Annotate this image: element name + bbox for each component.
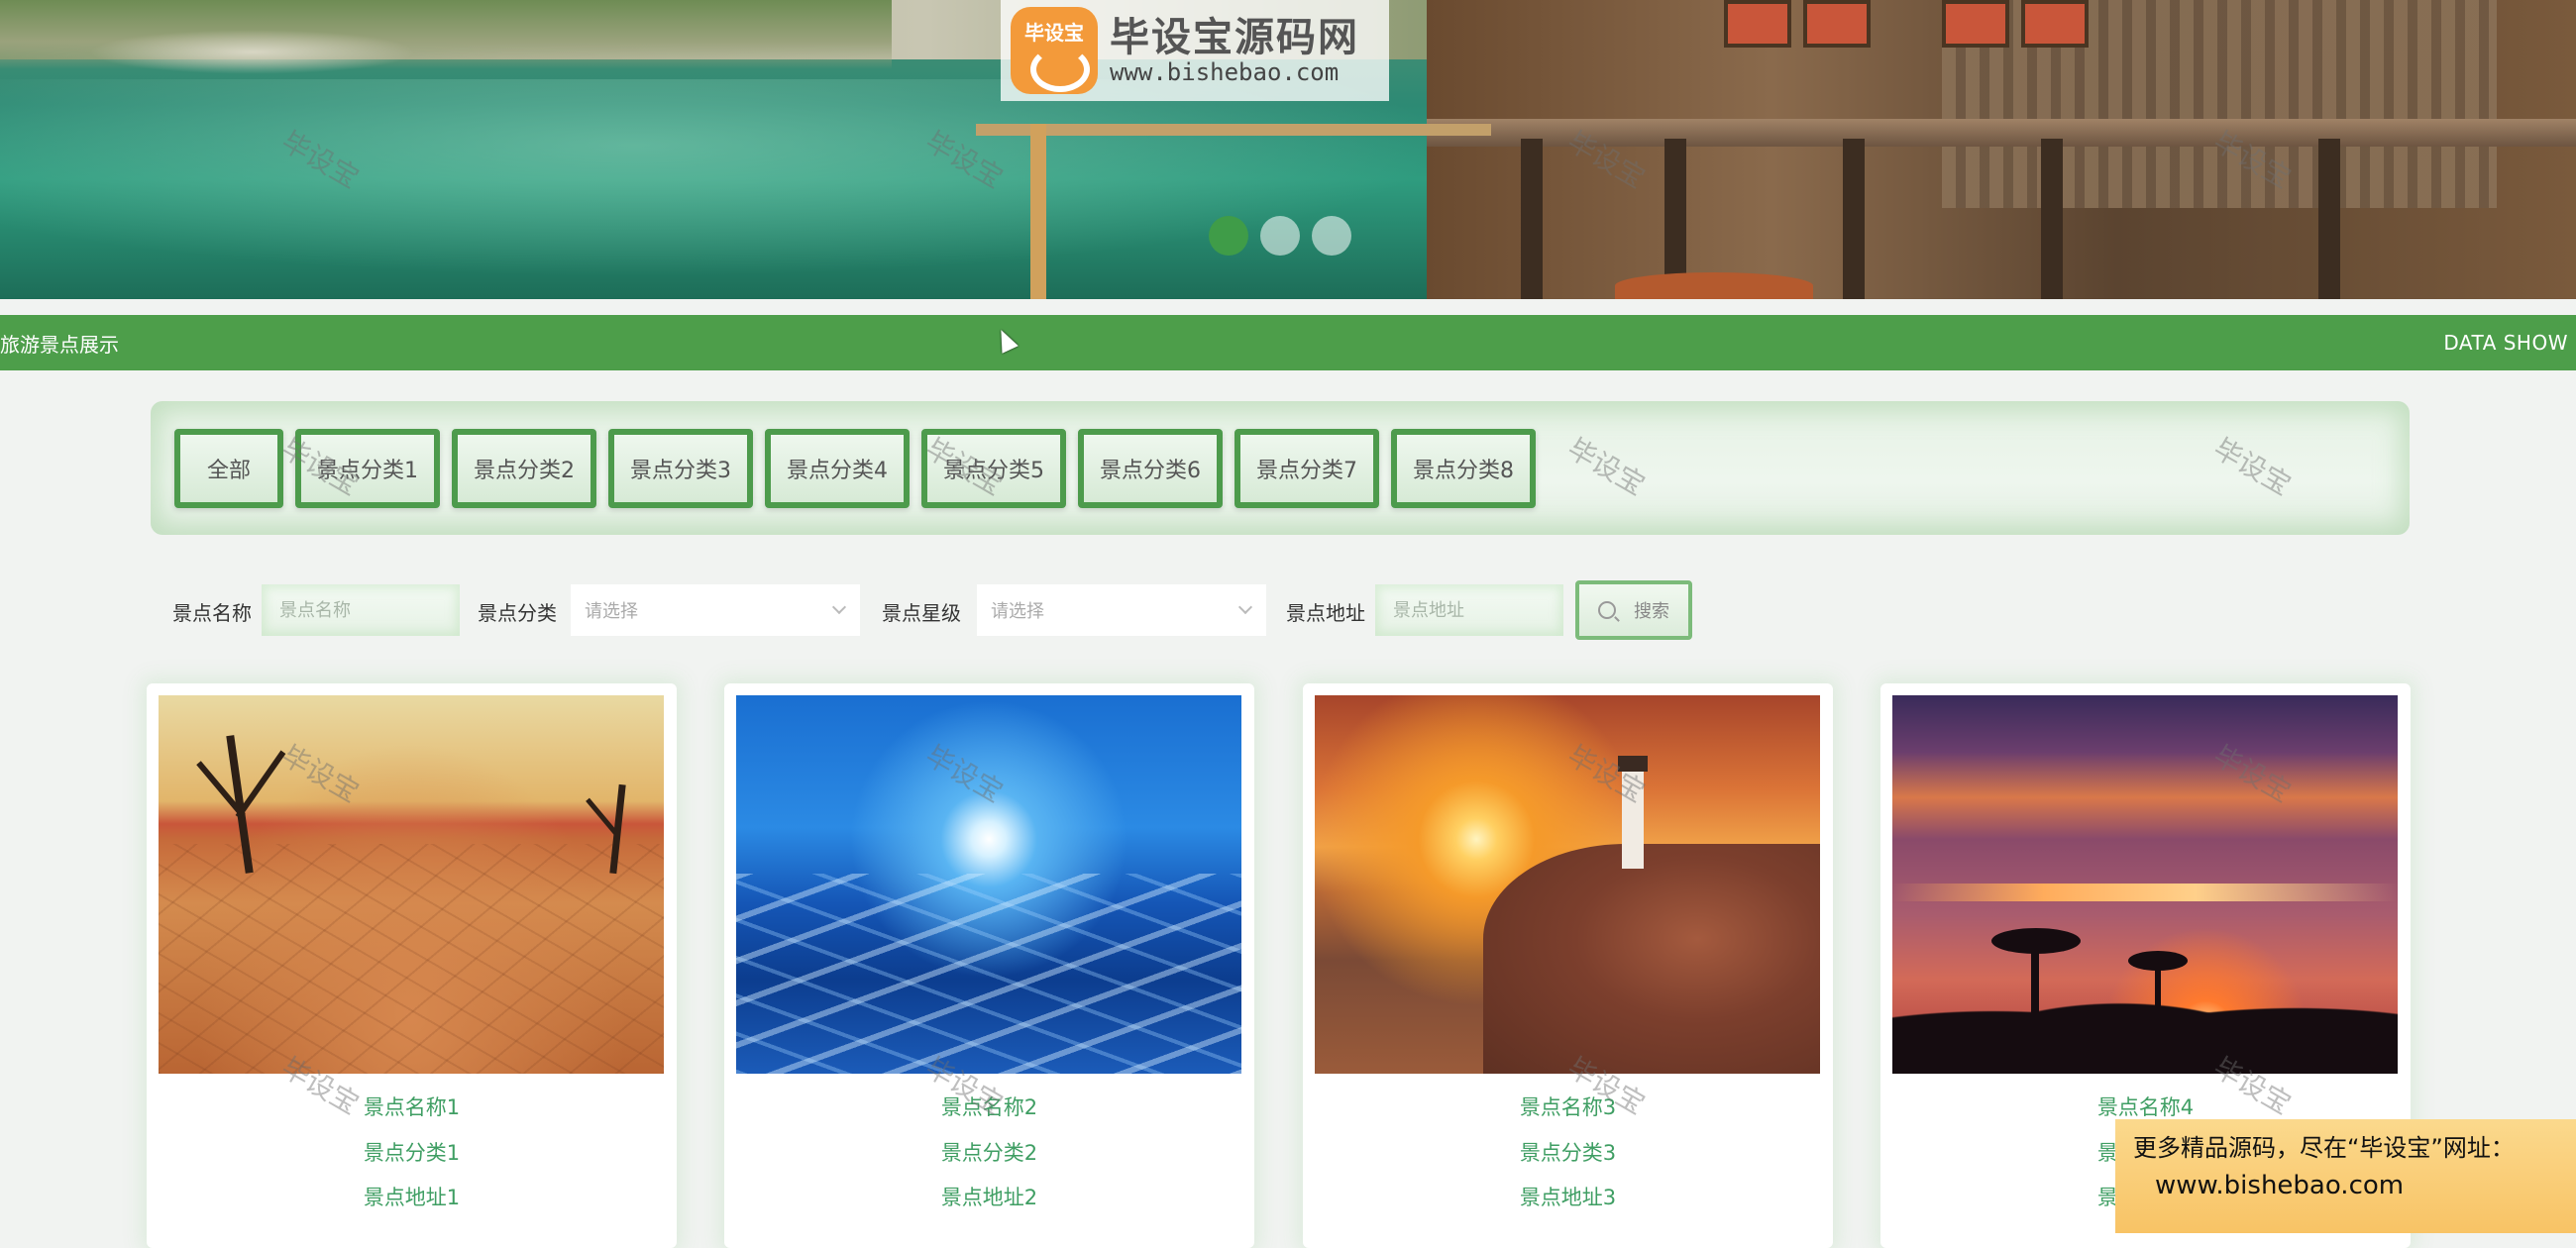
trees-silhouette: [1892, 965, 2398, 1074]
lighthouse-shape: [1618, 756, 1648, 869]
tree-silhouette: [1991, 928, 2081, 954]
deck-post: [2041, 139, 2063, 299]
level-select-value: 请选择: [991, 601, 1044, 622]
logo-url: www.bishebao.com: [1110, 57, 1340, 86]
chevron-down-icon: [831, 599, 847, 615]
logo-badge-text: 毕设宝: [1024, 21, 1084, 45]
rocks-shape: [1483, 844, 1820, 1074]
attraction-image-lighthouse[interactable]: [1315, 695, 1820, 1074]
attraction-category: 景点分类2: [940, 1141, 1038, 1165]
attraction-address: 景点地址2: [940, 1186, 1038, 1209]
level-select[interactable]: 请选择: [977, 584, 1266, 636]
attraction-name[interactable]: 景点名称3: [1303, 1092, 1833, 1121]
banner-rail: [976, 124, 1491, 136]
category-all-button[interactable]: 全部: [174, 429, 283, 508]
attraction-card-2[interactable]: 景点名称2 景点分类2 景点地址2: [724, 683, 1254, 1248]
logo-text: 毕设宝源码网 www.bishebao.com: [1110, 16, 1359, 85]
attraction-category: 景点分类3: [1519, 1141, 1617, 1165]
logo-title: 毕设宝源码网: [1110, 14, 1359, 60]
category-button-8[interactable]: 景点分类8: [1391, 429, 1536, 508]
category-button-1[interactable]: 景点分类1: [295, 429, 440, 508]
address-search-input[interactable]: [1375, 584, 1563, 636]
search-button[interactable]: 搜索: [1575, 580, 1692, 640]
chevron-down-icon: [1237, 599, 1253, 615]
banner-beach: [89, 30, 416, 74]
search-button-label: 搜索: [1634, 601, 1669, 622]
house-window: [2021, 0, 2089, 48]
section-subtitle: DATA SHOW: [2443, 331, 2568, 355]
carousel-dot-2[interactable]: [1260, 216, 1300, 256]
name-search-input[interactable]: [262, 584, 460, 636]
attraction-address: 景点地址3: [1519, 1186, 1617, 1209]
category-select-value: 请选择: [585, 601, 638, 622]
banner-boat: [1615, 272, 1813, 299]
tree-silhouette: [235, 750, 286, 819]
attraction-address: 景点地址1: [363, 1186, 461, 1209]
section-title: 旅游景点展示: [0, 332, 119, 357]
category-button-5[interactable]: 景点分类5: [921, 429, 1066, 508]
carousel-dot-3[interactable]: [1312, 216, 1351, 256]
attraction-image-ice[interactable]: [736, 695, 1241, 1074]
section-header: 旅游景点展示 DATA SHOW: [0, 315, 2576, 370]
carousel-indicators: [1209, 216, 1351, 256]
attraction-image-sunset[interactable]: [1892, 695, 2398, 1074]
deck-post: [2318, 139, 2340, 299]
promo-text: 更多精品源码，尽在“毕设宝”网址：: [2133, 1134, 2515, 1162]
banner-water: [0, 79, 1585, 299]
site-watermark-logo: 毕设宝 毕设宝源码网 www.bishebao.com: [1001, 0, 1389, 101]
banner-carousel[interactable]: 毕设宝 毕设宝源码网 www.bishebao.com: [0, 0, 2576, 299]
level-filter-label: 景点星级: [882, 601, 961, 625]
deck-post: [1521, 139, 1543, 299]
category-filter-label: 景点分类: [478, 601, 557, 625]
attraction-name[interactable]: 景点名称1: [147, 1092, 677, 1121]
house-window: [1942, 0, 2009, 48]
address-filter-label: 景点地址: [1286, 601, 1365, 625]
category-button-4[interactable]: 景点分类4: [765, 429, 910, 508]
tree-silhouette: [586, 797, 618, 836]
attraction-image-desert[interactable]: [159, 695, 664, 1074]
category-button-7[interactable]: 景点分类7: [1234, 429, 1379, 508]
attraction-name[interactable]: 景点名称2: [724, 1092, 1254, 1121]
logo-badge-icon: 毕设宝: [1011, 7, 1098, 94]
deck-post: [1843, 139, 1865, 299]
category-select[interactable]: 请选择: [571, 584, 860, 636]
attraction-card-3[interactable]: 景点名称3 景点分类3 景点地址3: [1303, 683, 1833, 1248]
name-filter-label: 景点名称: [172, 601, 252, 625]
category-button-6[interactable]: 景点分类6: [1078, 429, 1223, 508]
category-button-3[interactable]: 景点分类3: [608, 429, 753, 508]
carousel-dot-1[interactable]: [1209, 216, 1248, 256]
attraction-name[interactable]: 景点名称4: [1880, 1092, 2411, 1121]
search-icon: [1598, 601, 1616, 619]
banner-rail-post: [1030, 124, 1046, 299]
promo-url[interactable]: www.bishebao.com: [2133, 1167, 2576, 1204]
banner-deck: [1427, 119, 2576, 147]
promo-banner[interactable]: 更多精品源码，尽在“毕设宝”网址： www.bishebao.com: [2115, 1119, 2576, 1233]
house-window: [1724, 0, 1791, 48]
attraction-category: 景点分类1: [363, 1141, 461, 1165]
tree-silhouette: [2128, 951, 2188, 971]
banner-house: [1427, 0, 2576, 299]
category-button-2[interactable]: 景点分类2: [452, 429, 596, 508]
attraction-card-1[interactable]: 景点名称1 景点分类1 景点地址1: [147, 683, 677, 1248]
house-window: [1803, 0, 1871, 48]
